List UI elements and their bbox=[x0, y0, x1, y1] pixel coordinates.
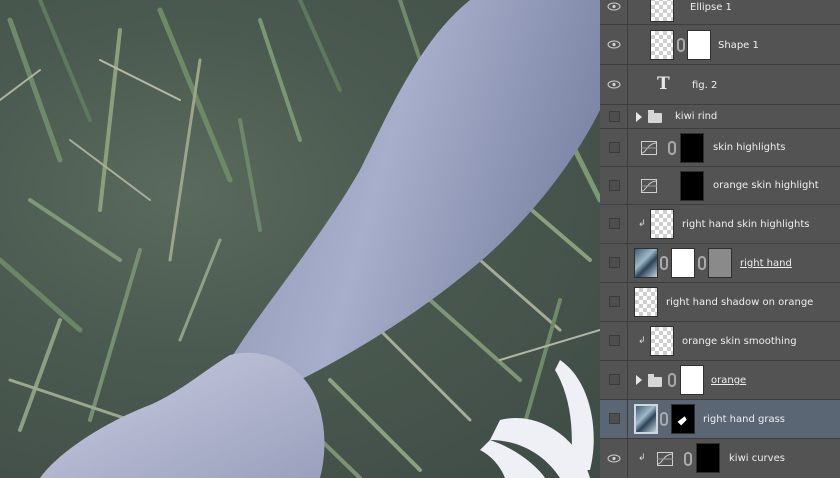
mask-thumbnail[interactable] bbox=[671, 248, 695, 278]
layer-row[interactable]: Ellipse 1 bbox=[600, 0, 840, 25]
layer-name[interactable]: right hand bbox=[740, 258, 792, 269]
visibility-toggle[interactable] bbox=[600, 439, 628, 478]
visibility-toggle[interactable] bbox=[600, 105, 628, 128]
chain-link-icon[interactable] bbox=[660, 412, 668, 426]
layer-name[interactable]: right hand shadow on orange bbox=[666, 297, 813, 308]
visibility-toggle[interactable] bbox=[600, 129, 628, 166]
mask-thumbnail[interactable] bbox=[671, 404, 695, 434]
layer-thumbnail bbox=[650, 209, 674, 239]
layer-name[interactable]: Ellipse 1 bbox=[690, 2, 732, 13]
layer-name[interactable]: kiwi rind bbox=[675, 111, 717, 122]
visibility-toggle[interactable] bbox=[600, 65, 628, 104]
layer-row[interactable]: skin highlights bbox=[600, 129, 840, 167]
visibility-toggle[interactable] bbox=[600, 0, 628, 24]
mask-thumbnail[interactable] bbox=[696, 443, 720, 473]
layer-name[interactable]: right hand skin highlights bbox=[682, 219, 809, 230]
curves-adjustment-icon bbox=[641, 179, 657, 193]
layer-thumbnail bbox=[634, 404, 658, 434]
layer-row[interactable]: orange skin highlight bbox=[600, 167, 840, 205]
layer-name[interactable]: kiwi curves bbox=[729, 453, 785, 464]
eye-icon bbox=[607, 2, 621, 11]
layer-thumbnail bbox=[650, 326, 674, 356]
vector-mask-thumbnail[interactable] bbox=[708, 248, 732, 278]
visibility-toggle[interactable] bbox=[600, 361, 628, 399]
layer-row[interactable]: Shape 1 bbox=[600, 25, 840, 65]
curves-adjustment-icon bbox=[657, 452, 673, 466]
layer-name[interactable]: orange skin highlight bbox=[713, 180, 819, 191]
layer-row[interactable]: right hand bbox=[600, 244, 840, 283]
visibility-toggle[interactable] bbox=[600, 244, 628, 282]
folder-icon bbox=[648, 110, 662, 123]
visibility-toggle[interactable] bbox=[600, 283, 628, 321]
clipping-mask-arrow-icon: ↲ bbox=[638, 336, 646, 346]
chain-link-icon[interactable] bbox=[660, 256, 668, 270]
layer-name[interactable]: fig. 2 bbox=[692, 80, 717, 91]
layer-row[interactable]: ↲ orange skin smoothing bbox=[600, 322, 840, 361]
layer-thumbnail bbox=[634, 287, 658, 317]
layer-thumbnail bbox=[650, 0, 674, 22]
photo-grass-and-arm bbox=[0, 0, 600, 478]
mask-shape bbox=[677, 416, 687, 426]
mask-thumbnail[interactable] bbox=[680, 133, 704, 163]
eye-icon bbox=[607, 40, 621, 48]
mask-thumbnail[interactable] bbox=[680, 171, 704, 201]
visibility-toggle[interactable] bbox=[600, 400, 628, 438]
layer-group-row[interactable]: orange bbox=[600, 361, 840, 400]
layer-thumbnail bbox=[650, 30, 674, 60]
layer-row[interactable]: ↲ right hand skin highlights bbox=[600, 205, 840, 244]
layer-thumbnail bbox=[634, 248, 658, 278]
layer-name[interactable]: Shape 1 bbox=[718, 40, 759, 51]
layers-panel: Ellipse 1 Shape 1 T fig. 2 kiwi rind ski… bbox=[600, 0, 840, 478]
layer-name[interactable]: right hand grass bbox=[703, 414, 785, 425]
chain-link-icon[interactable] bbox=[677, 38, 685, 52]
layer-row[interactable]: ↲ kiwi curves bbox=[600, 439, 840, 478]
visibility-toggle[interactable] bbox=[600, 205, 628, 243]
mask-thumbnail[interactable] bbox=[687, 30, 711, 60]
document-canvas[interactable] bbox=[0, 0, 600, 478]
mask-thumbnail[interactable] bbox=[680, 365, 704, 395]
expand-triangle-icon[interactable] bbox=[636, 112, 642, 122]
layer-group-row[interactable]: kiwi rind bbox=[600, 105, 840, 129]
chain-link-icon[interactable] bbox=[668, 141, 676, 155]
expand-triangle-icon[interactable] bbox=[636, 375, 642, 385]
folder-icon bbox=[648, 374, 662, 387]
curves-adjustment-icon bbox=[641, 141, 657, 155]
eye-icon bbox=[607, 80, 621, 88]
clipping-mask-arrow-icon: ↲ bbox=[638, 219, 646, 229]
eye-icon bbox=[607, 454, 621, 462]
chain-link-icon[interactable] bbox=[684, 452, 692, 466]
visibility-toggle[interactable] bbox=[600, 167, 628, 204]
text-layer-icon: T bbox=[657, 74, 670, 94]
chain-link-icon[interactable] bbox=[668, 373, 676, 387]
layer-row-selected[interactable]: right hand grass bbox=[600, 400, 840, 439]
visibility-toggle[interactable] bbox=[600, 25, 628, 64]
layer-row[interactable]: T fig. 2 bbox=[600, 65, 840, 105]
chain-link-icon[interactable] bbox=[698, 256, 706, 270]
layer-name[interactable]: orange skin smoothing bbox=[682, 336, 797, 347]
layer-name[interactable]: skin highlights bbox=[713, 142, 785, 153]
layer-name[interactable]: orange bbox=[711, 375, 746, 386]
visibility-toggle[interactable] bbox=[600, 322, 628, 360]
layer-row[interactable]: right hand shadow on orange bbox=[600, 283, 840, 322]
clipping-mask-arrow-icon: ↲ bbox=[638, 453, 646, 463]
